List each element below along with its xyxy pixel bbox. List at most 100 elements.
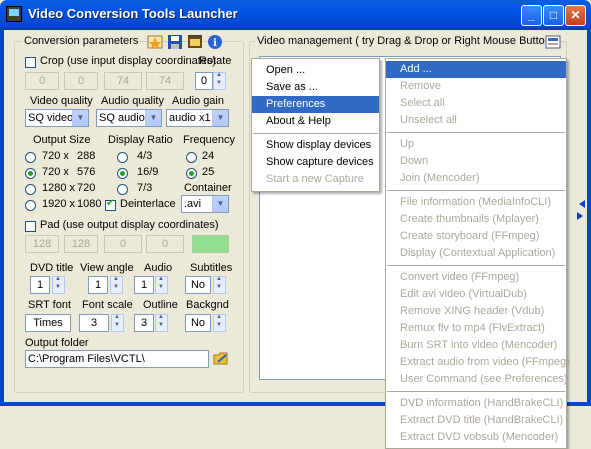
- minimize-button[interactable]: _: [521, 5, 542, 26]
- folder-icon[interactable]: [213, 350, 229, 366]
- video-quality-select[interactable]: SQ video ▼: [25, 109, 89, 127]
- left-menu-item[interactable]: Preferences: [252, 96, 379, 113]
- subtitles-field[interactable]: No: [185, 276, 211, 294]
- left-menu-item[interactable]: Show capture devices: [252, 154, 379, 171]
- backgnd-field[interactable]: No: [185, 314, 211, 332]
- film-icon[interactable]: [187, 34, 203, 50]
- crop-bottom-field[interactable]: 74: [146, 72, 184, 90]
- arrow-icon[interactable]: [576, 199, 586, 221]
- right-menu-item: Display (Contextual Application): [400, 247, 556, 259]
- window-title: Video Conversion Tools Launcher: [28, 6, 238, 21]
- audio-quality-value: SQ audio: [99, 112, 145, 124]
- right-menu-item: Create storyboard (FFmpeg): [400, 230, 540, 242]
- dvd-title-spinner[interactable]: [52, 276, 65, 294]
- srt-font-label: SRT font: [28, 299, 72, 311]
- rotate-label: Rotate: [199, 55, 232, 67]
- pad-left-field[interactable]: 128: [25, 235, 59, 253]
- container-label: Container: [184, 182, 232, 194]
- crop-checkbox[interactable]: [25, 57, 36, 68]
- app-window: Video Conversion Tools Launcher _ □ ✕ Co…: [0, 0, 591, 449]
- right-menu-item: Extract DVD vobsub (Mencoder): [400, 431, 559, 443]
- pad-label: Pad (use output display coordinates): [40, 219, 219, 231]
- close-button[interactable]: ✕: [565, 5, 586, 26]
- menu-separator: [387, 132, 565, 133]
- dvd-title-field[interactable]: 1: [30, 276, 50, 294]
- view-angle-label: View angle: [80, 262, 134, 274]
- size-h-label: 720: [77, 182, 96, 194]
- view-angle-field[interactable]: 1: [88, 276, 108, 294]
- size-1280x720-radio[interactable]: [25, 184, 36, 195]
- left-menu-item[interactable]: Save as ...: [252, 79, 379, 96]
- title-bar[interactable]: Video Conversion Tools Launcher _ □ ✕: [0, 0, 591, 30]
- size-720x576-radio[interactable]: [25, 168, 36, 179]
- ratio-4-3-radio[interactable]: [117, 152, 128, 163]
- size-h-label: 1080: [77, 198, 102, 210]
- maximize-button[interactable]: □: [543, 5, 564, 26]
- pad-color-swatch[interactable]: [192, 235, 229, 253]
- crop-right-field[interactable]: 74: [104, 72, 142, 90]
- size-w-label: 720 x: [42, 166, 69, 178]
- right-menu-item: Remux flv to mp4 (FlvExtract): [400, 322, 545, 334]
- pad-top-field[interactable]: 128: [64, 235, 98, 253]
- ratio-7-3-radio[interactable]: [117, 184, 128, 195]
- right-menu-item: Remove: [400, 80, 441, 92]
- size-1920x1080-radio[interactable]: [25, 200, 36, 211]
- pad-checkbox[interactable]: [25, 221, 36, 232]
- right-menu-item: Up: [400, 138, 415, 150]
- font-scale-field[interactable]: 3: [79, 314, 109, 332]
- right-menu-item: DVD information (HandBrakeCLI): [400, 397, 564, 409]
- audio-quality-select[interactable]: SQ audio ▼: [96, 109, 162, 127]
- chevron-down-icon: ▼: [212, 196, 228, 212]
- audio-track-field[interactable]: 1: [134, 276, 154, 294]
- video-context-menu: Add ... Remove Select all Unselect all Up Dow…: [385, 58, 570, 449]
- freq-25-radio[interactable]: [186, 168, 197, 179]
- right-menu-item: Convert video (FFmpeg): [400, 271, 520, 283]
- svg-text:i: i: [213, 38, 217, 49]
- container-select[interactable]: .avi ▼: [181, 195, 229, 213]
- save-icon[interactable]: [167, 34, 183, 50]
- font-scale-spinner[interactable]: [111, 314, 124, 332]
- backgnd-label: Backgnd: [186, 299, 229, 311]
- left-menu-item[interactable]: About & Help: [252, 113, 379, 130]
- deinterlace-checkbox[interactable]: [105, 198, 116, 211]
- outline-field[interactable]: 3: [134, 314, 154, 332]
- backgnd-spinner[interactable]: [213, 314, 226, 332]
- crop-top-field[interactable]: 0: [64, 72, 98, 90]
- outline-spinner[interactable]: [155, 314, 168, 332]
- audio-gain-select[interactable]: audio x1 ▼: [166, 109, 229, 127]
- app-icon: [6, 6, 22, 22]
- size-720x288-radio[interactable]: [25, 152, 36, 163]
- srt-font-field[interactable]: Times: [25, 314, 71, 332]
- rotate-field[interactable]: 0: [195, 72, 213, 90]
- pad-right-field[interactable]: 0: [104, 235, 142, 253]
- audio-track-spinner[interactable]: [155, 276, 168, 294]
- display-ratio-label: Display Ratio: [108, 134, 173, 146]
- ratio-16-9-radio[interactable]: [117, 168, 128, 179]
- info-icon[interactable]: i: [207, 34, 223, 50]
- video-manage-icon[interactable]: [545, 34, 561, 50]
- output-folder-label: Output folder: [25, 337, 89, 349]
- menu-separator: [253, 133, 378, 134]
- right-menu-item: Extract audio from video (FFmpeg): [400, 356, 570, 368]
- conversion-group-label: Conversion parameters: [22, 35, 141, 47]
- crop-left-field[interactable]: 0: [25, 72, 59, 90]
- freq-24-radio[interactable]: [186, 152, 197, 163]
- star-icon[interactable]: [147, 34, 163, 50]
- right-menu-item[interactable]: Add ...: [386, 61, 566, 78]
- left-menu-item[interactable]: Open ...: [252, 62, 379, 79]
- frequency-label: Frequency: [183, 134, 235, 146]
- output-folder-field[interactable]: C:\Program Files\VCTL\: [25, 350, 209, 368]
- pad-bottom-field[interactable]: 0: [146, 235, 184, 253]
- freq-label: 25: [202, 166, 215, 178]
- ratio-label: 4/3: [137, 150, 153, 162]
- audio-gain-label: Audio gain: [172, 95, 224, 107]
- menu-separator: [387, 391, 565, 392]
- rotate-spinner[interactable]: [213, 72, 226, 90]
- left-menu-item[interactable]: Show display devices: [252, 137, 379, 154]
- size-h-label: 576: [77, 166, 96, 178]
- view-angle-spinner[interactable]: [110, 276, 123, 294]
- video-management-label: Video management ( try Drag & Drop or Ri…: [255, 35, 560, 47]
- dvd-title-label: DVD title: [30, 262, 74, 274]
- subtitles-spinner[interactable]: [213, 276, 226, 294]
- output-size-label: Output Size: [33, 134, 91, 146]
